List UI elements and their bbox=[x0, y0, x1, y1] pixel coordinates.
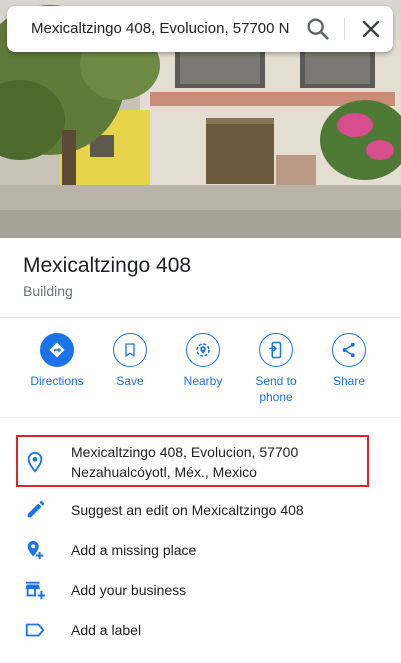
search-box[interactable]: Mexicaltzingo 408, Evolucion, 57700 N bbox=[7, 6, 393, 52]
nearby-button[interactable]: Nearby bbox=[167, 333, 239, 389]
pencil-icon bbox=[27, 500, 45, 518]
add-missing-place-row[interactable]: Add a missing place bbox=[0, 540, 401, 560]
share-icon bbox=[342, 342, 355, 358]
address-highlight-box bbox=[16, 435, 369, 487]
add-business-icon bbox=[25, 581, 46, 600]
search-divider bbox=[344, 18, 345, 40]
search-icon bbox=[307, 18, 329, 40]
nearby-icon bbox=[196, 343, 210, 357]
add-business-text: Add your business bbox=[71, 582, 187, 598]
place-title: Mexicaltzingo 408 bbox=[23, 254, 192, 277]
send-to-phone-button[interactable]: Send to phone bbox=[240, 333, 312, 405]
send-to-phone-label: Send to phone bbox=[255, 374, 297, 404]
phone-icon bbox=[269, 341, 282, 359]
nearby-label: Nearby bbox=[183, 374, 223, 388]
share-button[interactable]: Share bbox=[313, 333, 385, 389]
close-button[interactable] bbox=[357, 15, 385, 43]
nearby-circle bbox=[186, 333, 220, 367]
place-category: Building bbox=[23, 283, 73, 299]
directions-label: Directions bbox=[30, 374, 84, 388]
save-label: Save bbox=[116, 374, 144, 388]
directions-icon bbox=[49, 342, 65, 358]
close-icon bbox=[362, 20, 380, 38]
add-location-icon bbox=[27, 540, 44, 560]
search-input[interactable]: Mexicaltzingo 408, Evolucion, 57700 N bbox=[31, 6, 293, 52]
add-label-text: Add a label bbox=[71, 622, 142, 638]
add-missing-place-text: Add a missing place bbox=[71, 542, 197, 558]
share-circle bbox=[332, 333, 366, 367]
add-business-row[interactable]: Add your business bbox=[0, 580, 401, 600]
add-label-row[interactable]: Add a label bbox=[0, 620, 401, 640]
directions-button[interactable]: Directions bbox=[21, 333, 93, 389]
save-button[interactable]: Save bbox=[94, 333, 166, 389]
save-circle bbox=[113, 333, 147, 367]
divider bbox=[0, 317, 401, 318]
suggest-edit-text: Suggest an edit on Mexicaltzingo 408 bbox=[71, 502, 304, 518]
bookmark-icon bbox=[125, 343, 135, 357]
search-button[interactable] bbox=[304, 15, 332, 43]
divider bbox=[0, 417, 401, 418]
share-label: Share bbox=[332, 374, 366, 388]
send-to-phone-circle bbox=[259, 333, 293, 367]
suggest-edit-row[interactable]: Suggest an edit on Mexicaltzingo 408 bbox=[0, 500, 401, 520]
label-icon bbox=[25, 623, 45, 637]
directions-circle bbox=[40, 333, 74, 367]
